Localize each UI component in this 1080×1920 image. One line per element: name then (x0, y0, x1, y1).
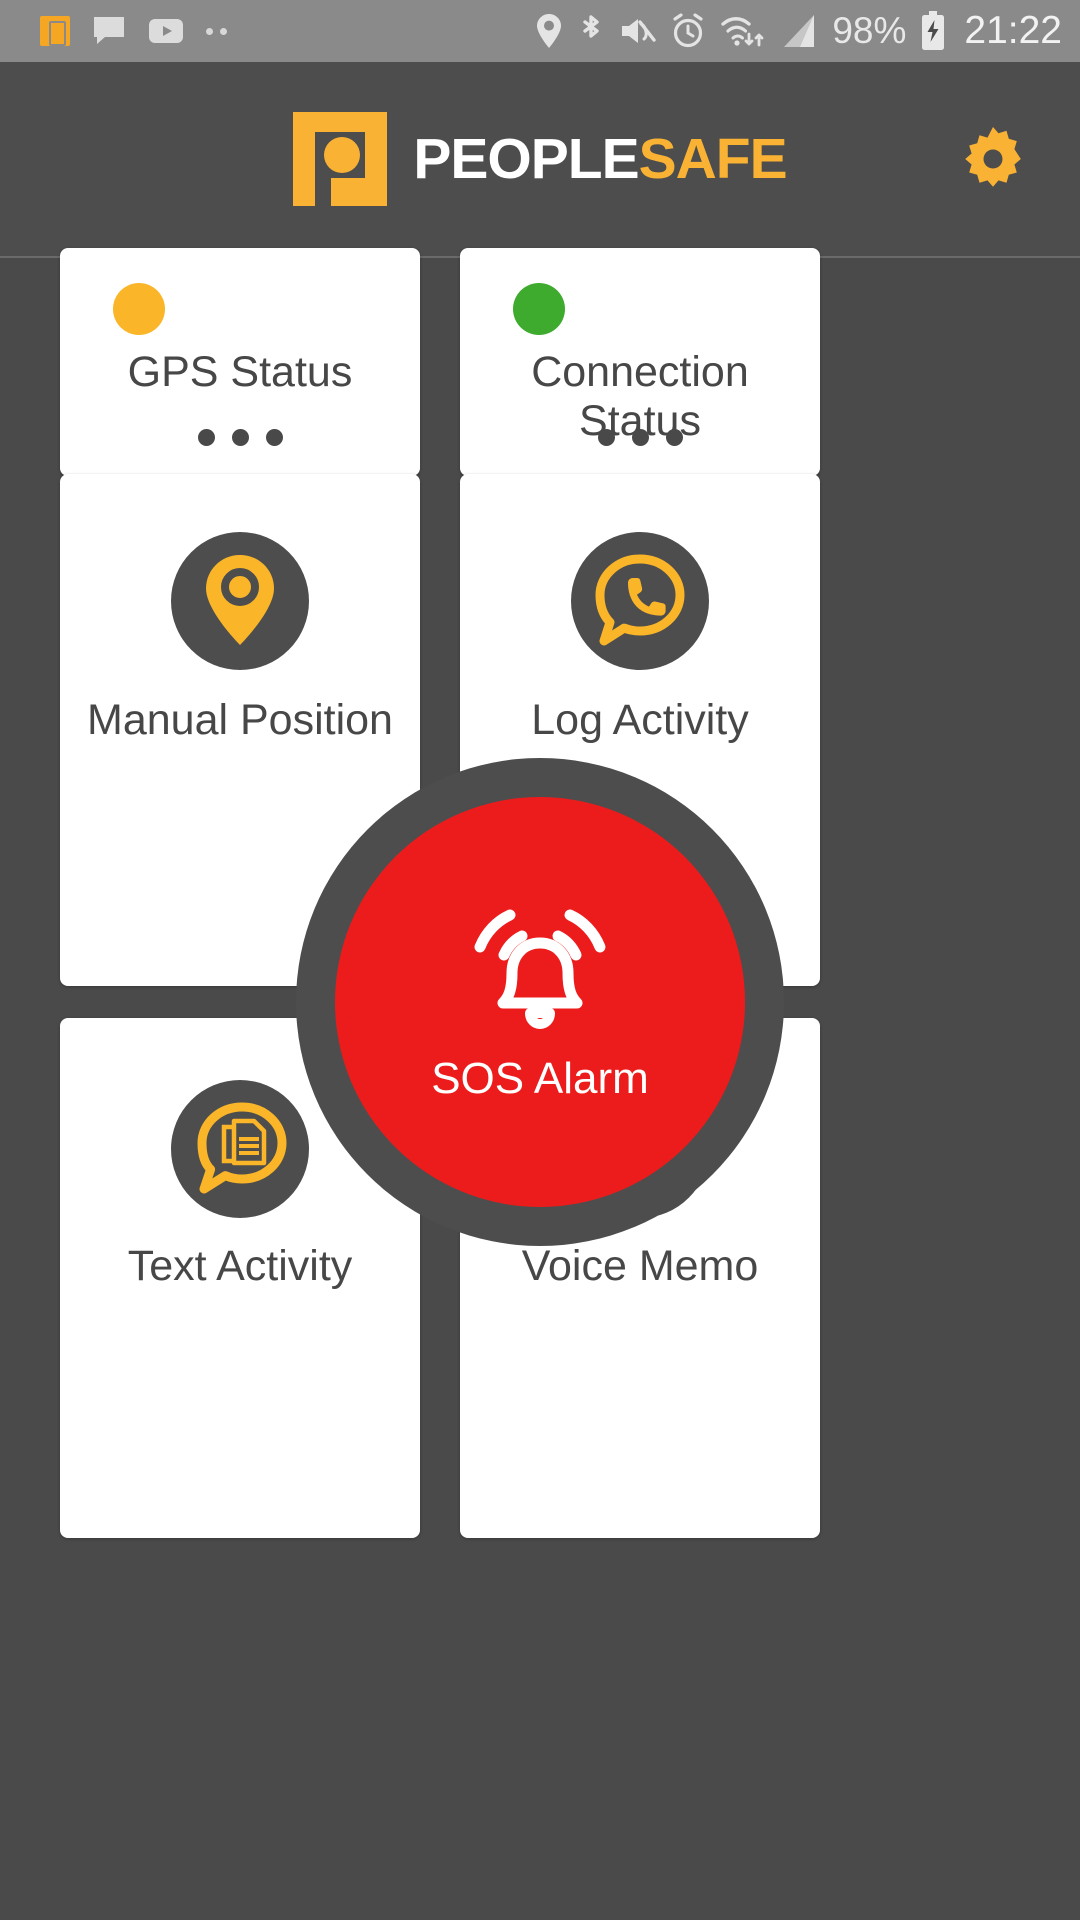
connection-status-card[interactable]: Connection Status (460, 248, 820, 476)
more-notifications-icon (206, 27, 227, 35)
ringing-bell-icon (458, 901, 622, 1048)
brand-primary: PEOPLE (413, 126, 639, 191)
gps-status-indicator (113, 283, 165, 335)
peoplesafe-logo-mark (293, 112, 388, 206)
wifi-data-icon (720, 12, 766, 50)
gps-status-label: GPS Status (127, 348, 353, 396)
sos-alarm-button[interactable]: SOS Alarm (335, 797, 745, 1207)
alarm-icon (670, 13, 706, 49)
battery-percent: 98% (832, 10, 907, 51)
battery-charging-icon (920, 11, 946, 51)
voice-memo-label: Voice Memo (521, 1242, 759, 1290)
message-icon (92, 16, 126, 46)
app-root: 98% 21:22 PEOPLESAFE GPS Status Connecti… (0, 0, 1080, 1920)
dashboard-grid: GPS Status Connection Status Manual Posi… (0, 248, 1080, 1920)
connection-status-indicator (513, 283, 565, 335)
youtube-icon (148, 18, 184, 44)
app-header: PEOPLESAFE (0, 62, 1080, 258)
sos-alarm-label: SOS Alarm (431, 1053, 649, 1103)
settings-gear-icon[interactable] (958, 124, 1028, 194)
brand-secondary: SAFE (638, 126, 788, 191)
mute-icon (618, 14, 657, 48)
status-bar: 98% 21:22 (0, 0, 1080, 62)
brand-wordmark: PEOPLESAFE (413, 130, 787, 188)
manual-position-label: Manual Position (87, 696, 393, 744)
status-bar-system: 98% 21:22 (534, 9, 1062, 53)
map-pin-icon (171, 532, 309, 670)
log-activity-label: Log Activity (531, 696, 749, 744)
bluetooth-icon (578, 12, 604, 50)
document-bubble-icon (171, 1080, 309, 1218)
gps-status-card[interactable]: GPS Status (60, 248, 420, 476)
connection-status-menu-icon[interactable] (460, 429, 820, 446)
call-bubble-icon (571, 532, 709, 670)
location-icon (534, 12, 564, 50)
sos-alarm-ring: SOS Alarm (296, 758, 784, 1246)
gps-status-menu-icon[interactable] (60, 429, 420, 446)
status-bar-clock: 21:22 (964, 9, 1062, 52)
peoplesafe-app-icon (40, 16, 70, 46)
peoplesafe-logo: PEOPLESAFE (293, 112, 788, 206)
status-bar-notifications (40, 16, 227, 46)
text-activity-label: Text Activity (127, 1242, 353, 1290)
signal-icon (780, 13, 818, 49)
